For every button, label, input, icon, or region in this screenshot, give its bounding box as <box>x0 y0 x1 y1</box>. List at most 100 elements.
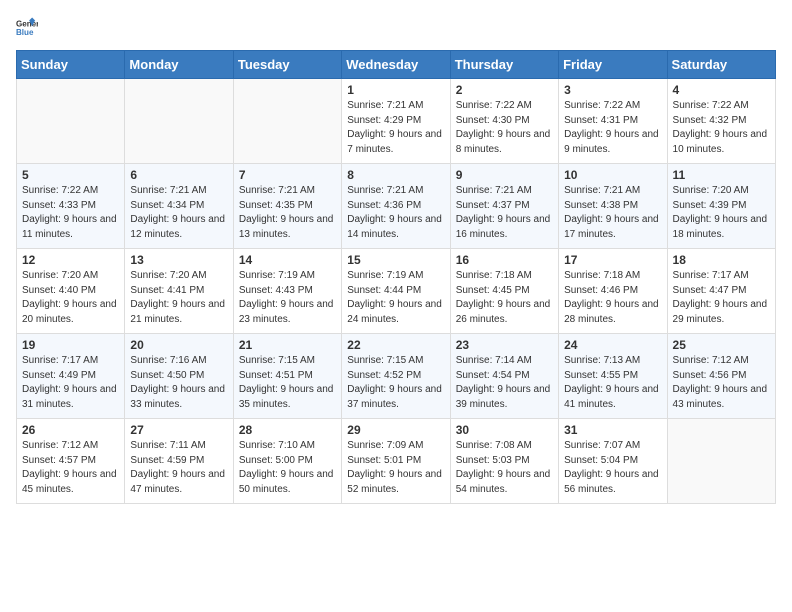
day-info: Sunrise: 7:13 AMSunset: 4:55 PMDaylight:… <box>564 354 661 412</box>
day-number: 2 <box>456 83 553 97</box>
calendar-week-5: 26 Sunrise: 7:12 AMSunset: 4:57 PMDayligh… <box>17 419 776 504</box>
calendar-cell: 15 Sunrise: 7:19 AMSunset: 4:44 PMDayligh… <box>342 249 450 334</box>
day-number: 30 <box>456 423 553 437</box>
day-info: Sunrise: 7:22 AMSunset: 4:33 PMDaylight:… <box>22 184 119 242</box>
day-info: Sunrise: 7:17 AMSunset: 4:47 PMDaylight:… <box>673 269 770 327</box>
day-info: Sunrise: 7:15 AMSunset: 4:52 PMDaylight:… <box>347 354 444 412</box>
day-number: 23 <box>456 338 553 352</box>
day-info: Sunrise: 7:21 AMSunset: 4:29 PMDaylight:… <box>347 99 444 157</box>
day-number: 4 <box>673 83 770 97</box>
calendar-cell <box>667 419 775 504</box>
day-number: 13 <box>130 253 227 267</box>
day-info: Sunrise: 7:12 AMSunset: 4:57 PMDaylight:… <box>22 439 119 497</box>
calendar-cell: 23Sunrise: 7:14 AMSunset: 4:54 PMDayligh… <box>450 334 558 419</box>
day-info: Sunrise: 7:21 AMSunset: 4:38 PMDaylight:… <box>564 184 661 242</box>
day-number: 19 <box>22 338 119 352</box>
day-info: Sunrise: 7:16 AMSunset: 4:50 PMDaylight:… <box>130 354 227 412</box>
logo-icon: General Blue <box>16 16 38 38</box>
day-number: 20 <box>130 338 227 352</box>
day-number: 11 <box>673 168 770 182</box>
day-number: 14 <box>239 253 336 267</box>
day-info: Sunrise: 7:22 AMSunset: 4:30 PMDaylight:… <box>456 99 553 157</box>
day-info: Sunrise: 7:07 AMSunset: 5:04 PMDaylight:… <box>564 439 661 497</box>
day-info: Sunrise: 7:20 AMSunset: 4:41 PMDaylight:… <box>130 269 227 327</box>
calendar-cell: 10 Sunrise: 7:21 AMSunset: 4:38 PMDayligh… <box>559 164 667 249</box>
weekday-header-saturday: Saturday <box>667 51 775 79</box>
svg-text:Blue: Blue <box>16 28 34 37</box>
day-info: Sunrise: 7:15 AMSunset: 4:51 PMDaylight:… <box>239 354 336 412</box>
calendar-week-4: 19 Sunrise: 7:17 AMSunset: 4:49 PMDayligh… <box>17 334 776 419</box>
calendar-cell: 13 Sunrise: 7:20 AMSunset: 4:41 PMDayligh… <box>125 249 233 334</box>
day-info: Sunrise: 7:20 AMSunset: 4:40 PMDaylight:… <box>22 269 119 327</box>
calendar-cell: 17Sunrise: 7:18 AMSunset: 4:46 PMDayligh… <box>559 249 667 334</box>
weekday-header-row: SundayMondayTuesdayWednesdayThursdayFrid… <box>17 51 776 79</box>
calendar-cell: 30 Sunrise: 7:08 AMSunset: 5:03 PMDayligh… <box>450 419 558 504</box>
day-number: 26 <box>22 423 119 437</box>
calendar-cell: 19 Sunrise: 7:17 AMSunset: 4:49 PMDayligh… <box>17 334 125 419</box>
calendar-cell: 18 Sunrise: 7:17 AMSunset: 4:47 PMDayligh… <box>667 249 775 334</box>
calendar-cell: 20 Sunrise: 7:16 AMSunset: 4:50 PMDayligh… <box>125 334 233 419</box>
day-info: Sunrise: 7:21 AMSunset: 4:37 PMDaylight:… <box>456 184 553 242</box>
day-number: 24 <box>564 338 661 352</box>
calendar-cell <box>17 79 125 164</box>
day-number: 21 <box>239 338 336 352</box>
calendar-cell <box>125 79 233 164</box>
day-number: 22 <box>347 338 444 352</box>
day-number: 5 <box>22 168 119 182</box>
day-info: Sunrise: 7:20 AMSunset: 4:39 PMDaylight:… <box>673 184 770 242</box>
calendar-cell: 24 Sunrise: 7:13 AMSunset: 4:55 PMDayligh… <box>559 334 667 419</box>
day-info: Sunrise: 7:19 AMSunset: 4:44 PMDaylight:… <box>347 269 444 327</box>
calendar-cell: 22 Sunrise: 7:15 AMSunset: 4:52 PMDayligh… <box>342 334 450 419</box>
calendar-cell: 31 Sunrise: 7:07 AMSunset: 5:04 PMDayligh… <box>559 419 667 504</box>
day-info: Sunrise: 7:08 AMSunset: 5:03 PMDaylight:… <box>456 439 553 497</box>
day-number: 12 <box>22 253 119 267</box>
day-info: Sunrise: 7:21 AMSunset: 4:36 PMDaylight:… <box>347 184 444 242</box>
calendar-week-1: 1Sunrise: 7:21 AMSunset: 4:29 PMDaylight… <box>17 79 776 164</box>
day-number: 28 <box>239 423 336 437</box>
day-number: 25 <box>673 338 770 352</box>
day-number: 27 <box>130 423 227 437</box>
day-info: Sunrise: 7:17 AMSunset: 4:49 PMDaylight:… <box>22 354 119 412</box>
calendar-cell: 2 Sunrise: 7:22 AMSunset: 4:30 PMDaylight… <box>450 79 558 164</box>
calendar-cell: 12 Sunrise: 7:20 AMSunset: 4:40 PMDayligh… <box>17 249 125 334</box>
weekday-header-sunday: Sunday <box>17 51 125 79</box>
logo: General Blue <box>16 16 38 38</box>
day-info: Sunrise: 7:21 AMSunset: 4:35 PMDaylight:… <box>239 184 336 242</box>
calendar-table: SundayMondayTuesdayWednesdayThursdayFrid… <box>16 50 776 504</box>
day-number: 31 <box>564 423 661 437</box>
day-info: Sunrise: 7:18 AMSunset: 4:46 PMDaylight:… <box>564 269 661 327</box>
day-number: 16 <box>456 253 553 267</box>
day-info: Sunrise: 7:22 AMSunset: 4:31 PMDaylight:… <box>564 99 661 157</box>
calendar-week-2: 5 Sunrise: 7:22 AMSunset: 4:33 PMDaylight… <box>17 164 776 249</box>
day-number: 8 <box>347 168 444 182</box>
day-number: 6 <box>130 168 227 182</box>
day-info: Sunrise: 7:09 AMSunset: 5:01 PMDaylight:… <box>347 439 444 497</box>
calendar-cell: 6 Sunrise: 7:21 AMSunset: 4:34 PMDaylight… <box>125 164 233 249</box>
calendar-cell: 8 Sunrise: 7:21 AMSunset: 4:36 PMDaylight… <box>342 164 450 249</box>
day-number: 15 <box>347 253 444 267</box>
calendar-cell: 3Sunrise: 7:22 AMSunset: 4:31 PMDaylight… <box>559 79 667 164</box>
day-info: Sunrise: 7:21 AMSunset: 4:34 PMDaylight:… <box>130 184 227 242</box>
day-number: 18 <box>673 253 770 267</box>
calendar-cell: 16Sunrise: 7:18 AMSunset: 4:45 PMDayligh… <box>450 249 558 334</box>
calendar-cell: 28 Sunrise: 7:10 AMSunset: 5:00 PMDayligh… <box>233 419 341 504</box>
weekday-header-tuesday: Tuesday <box>233 51 341 79</box>
calendar-cell: 11 Sunrise: 7:20 AMSunset: 4:39 PMDayligh… <box>667 164 775 249</box>
calendar-cell: 21 Sunrise: 7:15 AMSunset: 4:51 PMDayligh… <box>233 334 341 419</box>
calendar-cell: 9 Sunrise: 7:21 AMSunset: 4:37 PMDaylight… <box>450 164 558 249</box>
weekday-header-monday: Monday <box>125 51 233 79</box>
calendar-cell <box>233 79 341 164</box>
calendar-cell: 7Sunrise: 7:21 AMSunset: 4:35 PMDaylight… <box>233 164 341 249</box>
calendar-cell: 27 Sunrise: 7:11 AMSunset: 4:59 PMDayligh… <box>125 419 233 504</box>
day-number: 10 <box>564 168 661 182</box>
day-info: Sunrise: 7:11 AMSunset: 4:59 PMDaylight:… <box>130 439 227 497</box>
weekday-header-wednesday: Wednesday <box>342 51 450 79</box>
weekday-header-thursday: Thursday <box>450 51 558 79</box>
day-info: Sunrise: 7:10 AMSunset: 5:00 PMDaylight:… <box>239 439 336 497</box>
calendar-cell: 29 Sunrise: 7:09 AMSunset: 5:01 PMDayligh… <box>342 419 450 504</box>
weekday-header-friday: Friday <box>559 51 667 79</box>
day-number: 9 <box>456 168 553 182</box>
calendar-week-3: 12 Sunrise: 7:20 AMSunset: 4:40 PMDayligh… <box>17 249 776 334</box>
calendar-cell: 4Sunrise: 7:22 AMSunset: 4:32 PMDaylight… <box>667 79 775 164</box>
day-number: 29 <box>347 423 444 437</box>
